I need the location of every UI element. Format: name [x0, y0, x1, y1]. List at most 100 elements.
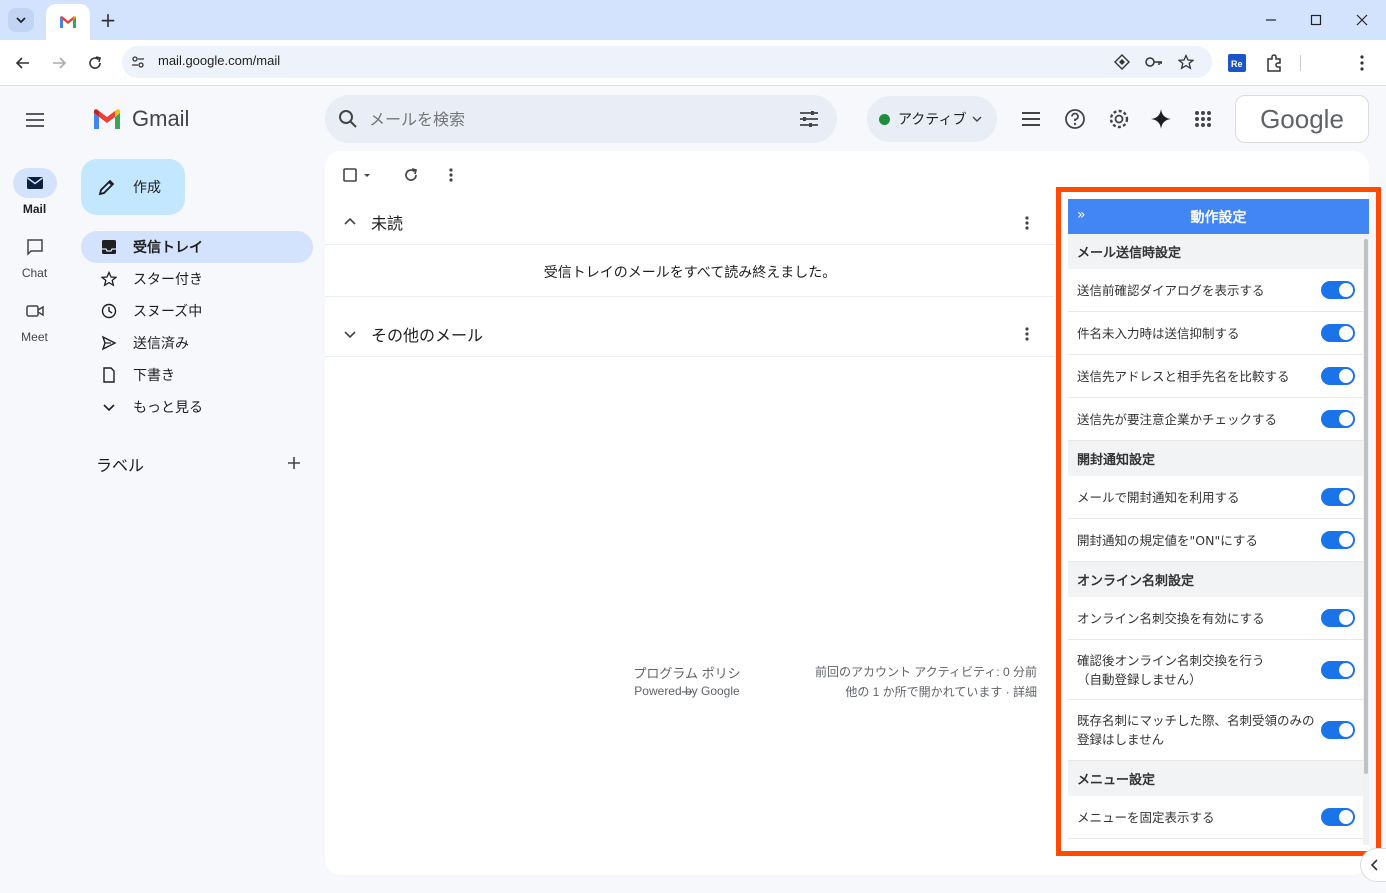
nav-label-starred: スター付き: [133, 272, 203, 288]
toggle-switch[interactable]: [1321, 324, 1355, 342]
toggle-switch[interactable]: [1321, 660, 1355, 679]
setting-label: メールで開封通知を利用する: [1077, 489, 1240, 505]
rail-item-meet[interactable]: Meet: [0, 296, 69, 344]
toggle-switch[interactable]: [1321, 281, 1355, 299]
compose-label: 作成: [133, 180, 161, 196]
nav-item-sent[interactable]: 送信済み: [81, 327, 313, 359]
status-label: アクティブ: [898, 112, 967, 128]
apps-grid-icon[interactable]: [1188, 104, 1218, 134]
chevron-up-icon: [344, 217, 356, 225]
search-icon[interactable]: [337, 108, 359, 130]
add-label-button[interactable]: [284, 453, 304, 473]
search-bar[interactable]: [325, 95, 837, 143]
toggle-switch[interactable]: [1321, 367, 1355, 385]
setting-row-existing-card-match: 既存名刺にマッチした際、名刺受領のみの 登録はしません: [1068, 700, 1363, 761]
nav-item-starred[interactable]: スター付き: [81, 263, 313, 295]
section-other[interactable]: その他のメール: [325, 311, 1055, 357]
rail-label-chat: Chat: [21, 266, 48, 280]
new-tab-button[interactable]: +: [96, 8, 120, 32]
density-list-icon[interactable]: [1016, 104, 1046, 134]
nav-item-snoozed[interactable]: スヌーズ中: [81, 295, 313, 327]
browser-menu-icon[interactable]: [1354, 53, 1370, 73]
setting-row-online-card: オンライン名刺交換を有効にする: [1068, 597, 1363, 640]
settings-gear-icon[interactable]: [1104, 104, 1134, 134]
gemini-sparkle-icon[interactable]: [1146, 104, 1176, 134]
chevron-down-icon: [16, 17, 26, 24]
chevron-left-icon: [1370, 859, 1378, 871]
section-unread[interactable]: 未読: [325, 199, 1055, 245]
status-dot-icon: [879, 113, 890, 125]
nav-label-drafts: 下書き: [133, 368, 175, 384]
clock-icon: [99, 301, 119, 321]
setting-label: 送信前確認ダイアログを表示する: [1077, 282, 1265, 298]
panel-section-menu: メニュー設定: [1068, 761, 1363, 796]
side-panel-toggle-button[interactable]: [1360, 848, 1386, 882]
toggle-switch[interactable]: [1321, 531, 1355, 549]
rail-label-meet: Meet: [21, 330, 48, 344]
nav-item-inbox[interactable]: 受信トレイ: [81, 231, 313, 263]
chevron-down-icon: [99, 397, 119, 417]
browser-tab-strip: +: [0, 0, 1386, 40]
help-icon[interactable]: [1060, 104, 1090, 134]
plus-icon: [288, 457, 300, 469]
close-icon: [1356, 14, 1368, 26]
panel-scroll-thumb[interactable]: [1364, 239, 1368, 774]
setting-row-read-receipt-default: 開封通知の規定値を"ON"にする: [1068, 519, 1363, 562]
password-key-icon[interactable]: [1144, 54, 1164, 70]
nav-item-drafts[interactable]: 下書き: [81, 359, 313, 391]
other-sessions-link[interactable]: 他の 1 か所で開かれています · 詳細: [755, 683, 1037, 700]
site-settings-icon[interactable]: [130, 54, 146, 70]
reload-icon: [89, 56, 101, 69]
setting-row-confirm-dialog: 送信前確認ダイアログを表示する: [1068, 269, 1363, 312]
toggle-switch[interactable]: [1321, 410, 1355, 428]
select-all-checkbox[interactable]: [341, 165, 375, 185]
collapse-panel-icon[interactable]: »: [1077, 207, 1086, 223]
extension-re-icon[interactable]: Re: [1228, 54, 1246, 72]
address-bar[interactable]: mail.google.com/mail: [122, 46, 1212, 78]
more-options-icon[interactable]: [441, 165, 461, 185]
maximize-button[interactable]: [1302, 8, 1330, 32]
gmail-m-logo-icon: [94, 109, 120, 129]
setting-label-line1: 既存名刺にマッチした際、名刺受領のみの: [1077, 713, 1315, 728]
setting-label: 開封通知の規定値を"ON"にする: [1077, 532, 1258, 548]
section-unread-more-icon[interactable]: [1017, 213, 1037, 233]
search-input[interactable]: [369, 107, 769, 131]
browser-tab-gmail[interactable]: [46, 4, 90, 40]
back-button[interactable]: [10, 50, 36, 76]
svg-text:Re: Re: [1231, 59, 1243, 69]
setting-label: 確認後オンライン名刺交換を行う （自動登録しません）: [1077, 651, 1317, 689]
toggle-switch[interactable]: [1321, 721, 1355, 739]
extensions-puzzle-icon[interactable]: [1264, 53, 1284, 73]
lens-icon[interactable]: [1114, 54, 1130, 70]
rail-item-chat[interactable]: Chat: [0, 232, 69, 280]
refresh-icon[interactable]: [401, 165, 421, 185]
close-window-button[interactable]: [1348, 8, 1376, 32]
nav-label-more: もっと見る: [133, 400, 203, 416]
rail-item-mail[interactable]: Mail: [0, 168, 69, 216]
toggle-switch[interactable]: [1321, 808, 1355, 826]
tab-search-dropdown[interactable]: [8, 8, 34, 32]
nav-item-more[interactable]: もっと見る: [81, 391, 313, 423]
google-account-button[interactable]: Google: [1235, 95, 1369, 143]
setting-label: オンライン名刺交換を有効にする: [1077, 610, 1265, 626]
setting-row-empty-subject: 件名未入力時は送信抑制する: [1068, 312, 1363, 355]
last-activity-text: 前回のアカウント アクティビティ: 0 分前: [815, 665, 1037, 679]
panel-title: 動作設定: [1190, 209, 1247, 226]
section-other-more-icon[interactable]: [1017, 324, 1037, 344]
search-options-icon[interactable]: [797, 107, 821, 131]
setting-label: 送信先が要注意企業かチェックする: [1077, 411, 1278, 427]
minimize-button[interactable]: [1257, 8, 1285, 32]
star-icon: [99, 269, 119, 289]
toggle-switch[interactable]: [1321, 609, 1355, 627]
panel-header: » 動作設定: [1068, 199, 1369, 234]
toggle-switch[interactable]: [1321, 488, 1355, 506]
main-menu-hamburger-icon[interactable]: [22, 108, 48, 132]
gmail-logo[interactable]: Gmail: [92, 106, 189, 132]
bookmark-star-icon[interactable]: [1178, 54, 1194, 70]
reload-button[interactable]: [82, 50, 108, 76]
panel-scrollbar[interactable]: [1363, 234, 1369, 845]
status-selector[interactable]: アクティブ: [867, 96, 997, 142]
compose-button[interactable]: 作成: [81, 159, 185, 215]
forward-button[interactable]: [46, 50, 72, 76]
minimize-icon: [1266, 19, 1276, 21]
